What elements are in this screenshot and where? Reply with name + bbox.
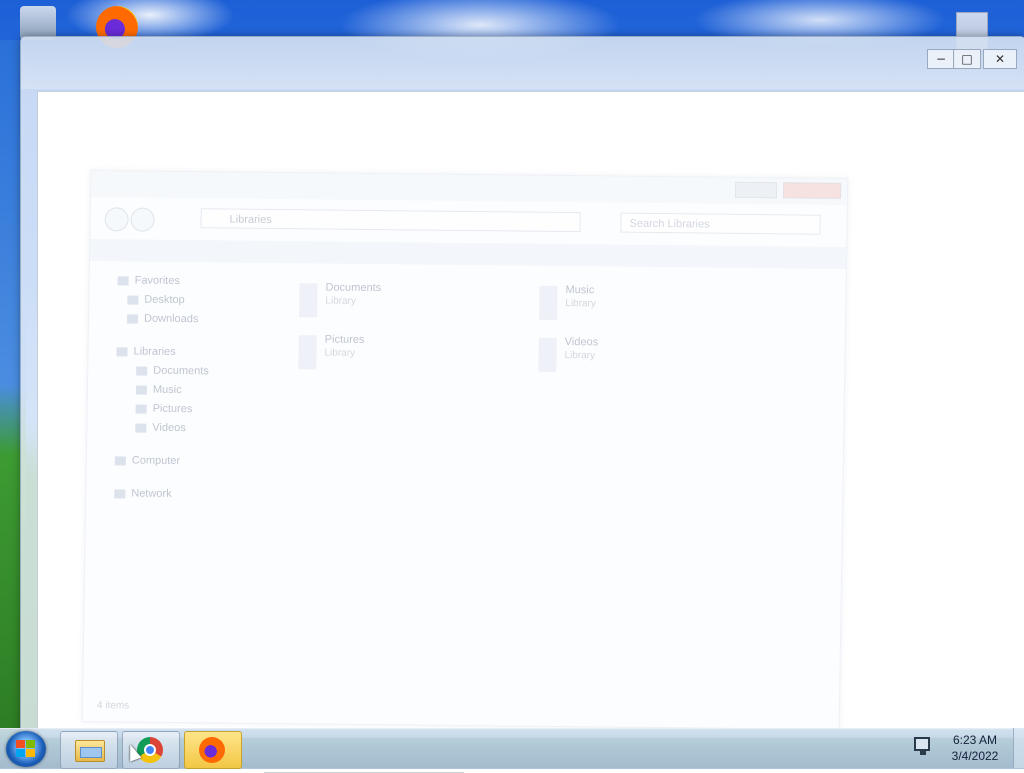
firefox-icon [199, 737, 225, 763]
ghost-minimize-button [734, 181, 778, 199]
library-list: Documents Library Music Library Pictures… [298, 281, 820, 372]
nav-label: Pictures [152, 402, 193, 416]
back-arrow-icon [104, 207, 129, 232]
status-bar: 4 items [96, 700, 130, 712]
library-name: Documents [325, 281, 382, 295]
desktop-icon [127, 295, 139, 305]
nav-label: Favorites [134, 274, 180, 287]
clock-time: 6:23 AM [952, 733, 998, 747]
start-button[interactable] [6, 731, 46, 767]
address-bar: Libraries [200, 208, 581, 233]
pictures-icon [135, 404, 147, 414]
library-item: Pictures Library [298, 333, 529, 379]
nav-desktop: Desktop [117, 290, 277, 311]
library-subtitle: Library [565, 298, 596, 310]
nav-label: Network [131, 487, 172, 500]
downloads-icon [126, 314, 139, 324]
library-subtitle: Library [564, 350, 596, 362]
taskbar-firefox-button[interactable] [184, 731, 242, 769]
search-input: Search Libraries [620, 212, 821, 235]
library-name: Videos [564, 336, 599, 349]
nav-favorites: Favorites [117, 271, 277, 292]
minimize-button[interactable]: − [927, 49, 955, 69]
folder-icon [538, 337, 557, 372]
library-subtitle: Library [324, 347, 356, 359]
command-bar [89, 239, 847, 269]
nav-label: Computer [131, 454, 181, 468]
taskbar-explorer-button[interactable] [60, 731, 118, 769]
clock[interactable]: 6:23 AM 3/4/2022 [940, 732, 1010, 764]
nav-videos: Videos [115, 418, 275, 439]
ghost-explorer-window: Libraries Search Libraries Favorites Des… [81, 170, 849, 730]
library-item: Music Library [539, 284, 770, 330]
show-desktop-button[interactable] [1013, 728, 1024, 768]
chrome-icon [137, 737, 163, 763]
nav-pictures: Pictures [115, 399, 275, 420]
library-name: Music [565, 284, 595, 297]
library-subtitle: Library [325, 295, 356, 307]
windows-logo-icon [16, 740, 36, 758]
folder-icon [298, 335, 317, 370]
nav-label: Desktop [144, 293, 185, 307]
clock-date: 3/4/2022 [951, 749, 999, 763]
window-titlebar[interactable] [21, 37, 1024, 89]
documents-icon [136, 366, 148, 376]
nav-label: Music [152, 383, 182, 397]
window-content: Libraries Search Libraries Favorites Des… [37, 91, 1024, 773]
ghost-titlebar [90, 171, 848, 205]
folder-icon [539, 285, 558, 320]
folder-icon [75, 740, 105, 762]
network-tray-icon[interactable] [914, 737, 930, 755]
network-icon [114, 488, 126, 499]
nav-label: Libraries [133, 345, 176, 358]
nav-libraries: Libraries [116, 342, 276, 363]
ghost-close-button [782, 182, 842, 199]
nav-documents: Documents [116, 361, 276, 382]
computer-icon [114, 455, 126, 466]
folder-icon [299, 283, 318, 318]
forward-arrow-icon [130, 207, 155, 232]
nav-label: Documents [153, 364, 209, 378]
recycle-bin-icon[interactable] [20, 6, 56, 40]
music-icon [135, 385, 147, 395]
library-item: Videos Library [538, 336, 769, 382]
main-window: − □ ✕ Libraries Search Libraries Favorit… [20, 36, 1024, 773]
nav-computer: Computer [114, 451, 275, 472]
nav-label: Downloads [143, 312, 199, 326]
videos-icon [135, 423, 147, 433]
close-button[interactable]: ✕ [983, 49, 1017, 69]
library-name: Pictures [324, 333, 365, 346]
nav-network: Network [114, 484, 274, 505]
navigation-pane: Favorites Desktop Downloads Libraries Do… [114, 271, 278, 505]
star-icon [117, 275, 129, 286]
nav-music: Music [116, 380, 276, 401]
nav-label: Videos [152, 421, 186, 435]
nav-downloads: Downloads [117, 309, 277, 330]
library-item: Documents Library [299, 281, 530, 327]
maximize-button[interactable]: □ [953, 49, 981, 69]
library-icon [116, 346, 128, 357]
taskbar [0, 728, 1024, 769]
ghost-navbar: Libraries Search Libraries [90, 203, 846, 241]
